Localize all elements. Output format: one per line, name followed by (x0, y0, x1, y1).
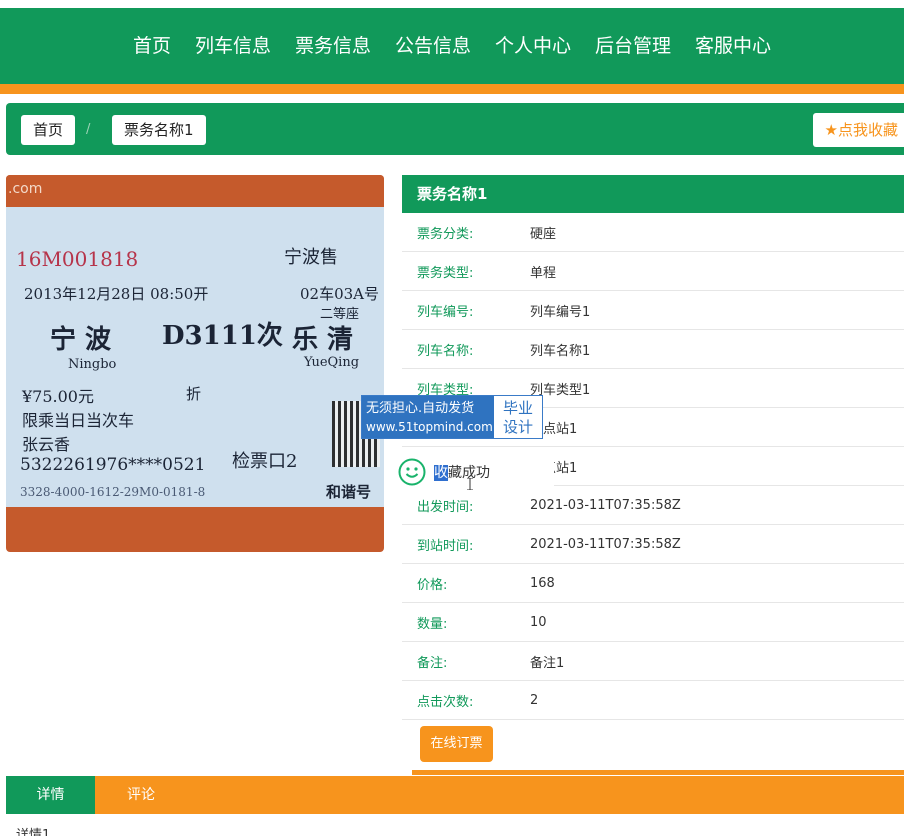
detail-row-value: 168 (530, 575, 555, 591)
detail-row-label: 出发时间: (417, 499, 474, 515)
detail-row-value: 2 (530, 692, 539, 708)
detail-row-value: 2021-03-11T07:35:58Z (530, 536, 681, 552)
nav-notices[interactable]: 公告信息 (383, 8, 483, 84)
ticket-to-en: YueQing (304, 355, 360, 370)
detail-row-label: 到站时间: (417, 538, 474, 554)
breadcrumb-separator: / (86, 122, 91, 137)
detail-row: 票务分类: 硬座 (402, 213, 904, 252)
text-cursor-icon (467, 478, 473, 490)
detail-row: 到站时间: 2021-03-11T07:35:58Z (402, 525, 904, 564)
favorite-button[interactable]: ★点我收藏 (812, 113, 904, 147)
navbar-accent-strip (0, 84, 904, 94)
ticket-price: ¥75.00元 (22, 387, 94, 406)
ticket-serial: 3328-4000-1612-29M0-0181-8 (20, 485, 206, 499)
detail-row: 列车编号: 列车编号1 (402, 291, 904, 330)
ticket-brand: 和谐号 (326, 483, 372, 501)
nav-admin[interactable]: 后台管理 (583, 8, 683, 84)
detail-row-value: 单程 (530, 265, 557, 281)
detail-row-label: 点击次数: (417, 694, 474, 710)
ticket-discount: 折 (186, 385, 202, 403)
detail-row-label: 备注: (417, 655, 448, 671)
details-content: 详情1 (16, 828, 51, 836)
ticket-paper: 16M001818 宁波售 2013年12月28日 08:50开 02车03A号… (6, 207, 384, 507)
detail-row: 列车名称: 列车名称1 (402, 330, 904, 369)
watermark-side2: 设计 (502, 418, 533, 436)
nav-tickets[interactable]: 票务信息 (283, 8, 383, 84)
detail-row-value: 备注1 (530, 655, 565, 671)
top-navbar: 首页 列车信息 票务信息 公告信息 个人中心 后台管理 客服中心 (0, 8, 904, 84)
detail-row: 价格: 168 (402, 564, 904, 603)
watermark-url: www.51topmind.com (366, 420, 493, 434)
detail-row-value: 2021-03-11T07:35:58Z (530, 497, 681, 513)
detail-row-label: 价格: (417, 577, 448, 593)
breadcrumb: 首页 / 票务名称1 ★点我收藏 (6, 103, 904, 155)
watermark-line1: 无须担心.自动发货 (366, 401, 475, 416)
detail-row-label: 列车编号: (417, 304, 474, 320)
ticket-date: 2013年12月28日 08:50开 (24, 285, 209, 303)
ticket-gate: 检票口2 (232, 451, 298, 472)
ticket-id: 5322261976****0521 (20, 455, 206, 475)
detail-row-value: 列车编号1 (530, 304, 591, 320)
watermark-badge: 无须担心.自动发货 www.51topmind.com 毕业 设计 (361, 395, 543, 439)
nav-trains[interactable]: 列车信息 (183, 8, 283, 84)
ticket-code: 16M001818 (16, 247, 139, 271)
tab-details[interactable]: 详情 (6, 776, 95, 814)
nav-service[interactable]: 客服中心 (683, 8, 783, 84)
ticket-photo: .com 16M001818 宁波售 2013年12月28日 08:50开 02… (6, 175, 384, 552)
detail-row: 备注: 备注1 (402, 642, 904, 681)
detail-row-label: 数量: (417, 616, 448, 632)
detail-row-value: 10 (530, 614, 547, 630)
nav-profile[interactable]: 个人中心 (483, 8, 583, 84)
breadcrumb-current: 票务名称1 (112, 115, 206, 145)
ticket-name: 张云香 (22, 435, 71, 454)
photo-site-text: .com (8, 181, 43, 197)
ticket-from: 宁 波 (50, 325, 112, 355)
nav-home[interactable]: 首页 (121, 8, 183, 84)
ticket-notice: 限乘当日当次车 (22, 411, 135, 430)
detail-row: 点击次数: 2 (402, 681, 904, 720)
detail-row: 票务类型: 单程 (402, 252, 904, 291)
watermark-side1: 毕业 (502, 399, 533, 417)
detail-row: 数量: 10 (402, 603, 904, 642)
smile-icon (398, 458, 426, 486)
book-online-button[interactable]: 在线订票 (420, 726, 493, 762)
detail-title: 票务名称1 (402, 175, 904, 213)
favorite-label: 点我收藏 (837, 121, 898, 139)
ticket-seller: 宁波售 (284, 247, 338, 268)
ticket-to: 乐 清 (292, 325, 354, 355)
ticket-from-en: Ningbo (68, 357, 117, 372)
detail-row-value: 列车名称1 (530, 343, 591, 359)
detail-row-label: 列车名称: (417, 343, 474, 359)
ticket-car: 02车03A号 (300, 285, 380, 303)
toast-text-highlight: 收 (434, 465, 448, 481)
detail-row-label: 票务类型: (417, 265, 474, 281)
detail-accent-line (412, 770, 904, 775)
main-nav: 首页 列车信息 票务信息 公告信息 个人中心 后台管理 客服中心 (0, 8, 904, 84)
detail-row-label: 票务分类: (417, 226, 474, 242)
detail-row-value: 硬座 (530, 226, 557, 242)
breadcrumb-home[interactable]: 首页 (21, 115, 76, 145)
ticket-train: D3111次 (162, 321, 283, 351)
detail-tabs: 详情 评论 (6, 776, 904, 814)
tab-comments[interactable]: 评论 (95, 776, 187, 814)
star-icon: ★ (824, 121, 838, 139)
